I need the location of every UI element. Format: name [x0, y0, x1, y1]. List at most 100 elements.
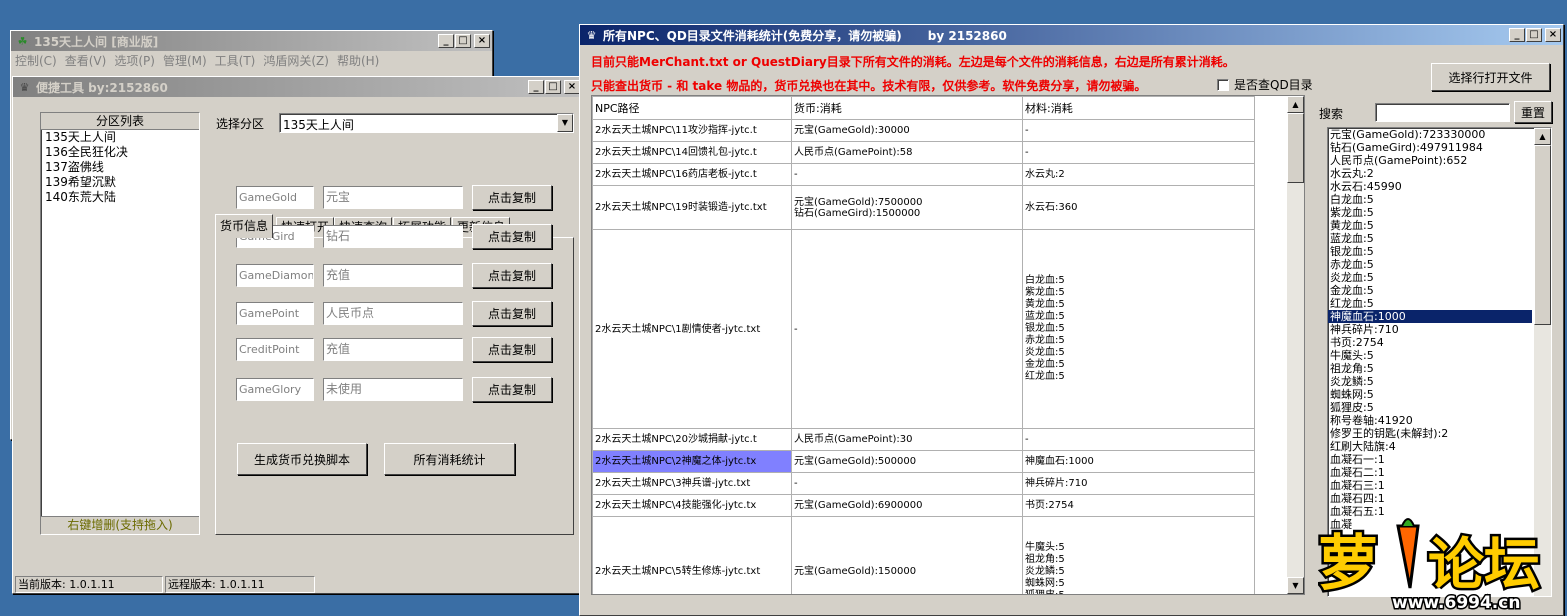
main-app-titlebar[interactable]: ☘ 135天上人间 [商业版] _ □ × — [11, 31, 492, 51]
cell-currency[interactable]: 元宝(GameGold):7500000 钻石(GameGird):150000… — [791, 185, 1023, 230]
chevron-down-icon[interactable]: ▼ — [557, 114, 573, 132]
menu-tools[interactable]: 工具(T) — [215, 52, 264, 69]
list-item[interactable]: 修罗王的钥匙(未解封):2 — [1328, 427, 1532, 440]
list-item[interactable]: 紫龙血:5 — [1328, 206, 1532, 219]
table-row[interactable]: 2水云天土城NPC\20沙城捐献-jytc.t 人民币点(GamePoint):… — [592, 428, 1255, 451]
list-item[interactable]: 血凝石四:1 — [1328, 492, 1532, 505]
currency-name-field[interactable]: 钻石 — [323, 225, 463, 248]
maximize-icon[interactable]: □ — [455, 34, 471, 48]
list-item[interactable]: 神兵碎片:710 — [1328, 323, 1532, 336]
search-input[interactable] — [1375, 103, 1510, 122]
currency-name-field[interactable]: 未使用 — [323, 378, 463, 401]
cell-path[interactable]: 2水云天土城NPC\5转生修炼-jytc.txt — [592, 516, 792, 594]
list-item[interactable]: 139希望沉默 — [41, 175, 199, 190]
scroll-up-icon[interactable]: ▲ — [1287, 96, 1304, 113]
cell-path[interactable]: 2水云天土城NPC\16药店老板-jytc.t — [592, 163, 792, 186]
table-row[interactable]: 2水云天土城NPC\4技能强化-jytc.tx 元宝(GameGold):690… — [592, 494, 1255, 517]
cell-material[interactable]: 书页:2754 — [1022, 494, 1255, 517]
currency-key-field[interactable]: GameDiamond — [236, 264, 314, 287]
copy-button[interactable]: 点击复制 — [472, 337, 552, 362]
list-item[interactable]: 蜘蛛网:5 — [1328, 388, 1532, 401]
list-item[interactable]: 赤龙血:5 — [1328, 258, 1532, 271]
scroll-thumb[interactable] — [1534, 145, 1551, 325]
partition-list[interactable]: 分区列表 135天上人间 136全民狂化决 137盗佛线 139希望沉默 140… — [40, 112, 200, 535]
cell-path[interactable]: 2水云天土城NPC\20沙城捐献-jytc.t — [592, 428, 792, 451]
table-scrollbar[interactable]: ▲ ▼ — [1287, 96, 1304, 594]
cell-path[interactable]: 2水云天土城NPC\11攻沙指挥-jytc.t — [592, 119, 792, 142]
cell-material[interactable]: 水云丸:2 — [1022, 163, 1255, 186]
table-row[interactable]: 2水云天土城NPC\1剧情使者-jytc.txt - 白龙血:5 紫龙血:5 黄… — [592, 229, 1255, 429]
maximize-icon[interactable]: □ — [545, 80, 561, 94]
copy-button[interactable]: 点击复制 — [472, 185, 552, 210]
cell-material[interactable]: 神魔血石:1000 — [1022, 450, 1255, 473]
copy-button[interactable]: 点击复制 — [472, 301, 552, 326]
table-row[interactable]: 2水云天土城NPC\19时装锻造-jytc.txt 元宝(GameGold):7… — [592, 185, 1255, 230]
currency-name-field[interactable]: 充值 — [323, 338, 463, 361]
close-icon[interactable]: × — [474, 34, 490, 48]
scroll-up-icon[interactable]: ▲ — [1534, 128, 1551, 145]
currency-key-field[interactable]: GameGlory — [236, 378, 314, 401]
list-item[interactable]: 血凝石二:1 — [1328, 466, 1532, 479]
list-item[interactable]: 水云石:45990 — [1328, 180, 1532, 193]
column-header-path[interactable]: NPC路径 — [592, 96, 792, 120]
tab-currency-info[interactable]: 货币信息 — [215, 214, 274, 238]
stats-titlebar[interactable]: ♛ 所有NPC、QD目录文件消耗统计(免费分享，请勿被骗) by 2152860 … — [580, 25, 1563, 45]
list-item[interactable]: 蓝龙血:5 — [1328, 232, 1532, 245]
list-item[interactable]: 炎龙鳞:5 — [1328, 375, 1532, 388]
table-row-selected[interactable]: 2水云天土城NPC\2神魔之体-jytc.tx 元宝(GameGold):500… — [592, 450, 1255, 473]
menu-manage[interactable]: 管理(M) — [163, 52, 215, 69]
minimize-icon[interactable]: _ — [438, 34, 454, 48]
currency-key-field[interactable]: GamePoint — [236, 302, 314, 325]
cell-path[interactable]: 2水云天土城NPC\19时装锻造-jytc.txt — [592, 185, 792, 230]
cell-path[interactable]: 2水云天土城NPC\1剧情使者-jytc.txt — [592, 229, 792, 429]
partition-select[interactable]: 135天上人间 ▼ — [279, 113, 574, 133]
cell-currency[interactable]: 元宝(GameGold):150000 — [791, 516, 1023, 594]
list-item[interactable]: 狐狸皮:5 — [1328, 401, 1532, 414]
list-item[interactable]: 135天上人间 — [41, 130, 199, 145]
minimize-icon[interactable]: _ — [1509, 28, 1525, 42]
list-item[interactable]: 136全民狂化决 — [41, 145, 199, 160]
cell-material[interactable]: 白龙血:5 紫龙血:5 黄龙血:5 蓝龙血:5 银龙血:5 赤龙血:5 炎龙血:… — [1022, 229, 1255, 429]
all-stats-button[interactable]: 所有消耗统计 — [384, 443, 515, 475]
copy-button[interactable]: 点击复制 — [472, 377, 552, 402]
list-item[interactable]: 白龙血:5 — [1328, 193, 1532, 206]
copy-button[interactable]: 点击复制 — [472, 224, 552, 249]
menu-view[interactable]: 查看(V) — [65, 52, 115, 69]
cell-material[interactable]: 水云石:360 — [1022, 185, 1255, 230]
cell-material[interactable]: 牛魔头:5 祖龙角:5 炎龙鳞:5 蜘蛛网:5 狐狸皮:5 — [1022, 516, 1255, 594]
table-row[interactable]: 2水云天土城NPC\14回馈礼包-jytc.t 人民币点(GamePoint):… — [592, 141, 1255, 164]
table-row[interactable]: 2水云天土城NPC\11攻沙指挥-jytc.t 元宝(GameGold):300… — [592, 119, 1255, 142]
table-row[interactable]: 2水云天土城NPC\3神兵谱-jytc.txt - 神兵碎片:710 — [592, 472, 1255, 495]
currency-name-field[interactable]: 充值 — [323, 264, 463, 287]
list-item[interactable]: 人民币点(GamePoint):652 — [1328, 154, 1532, 167]
cell-currency[interactable]: - — [791, 229, 1023, 429]
list-item[interactable]: 金龙血:5 — [1328, 284, 1532, 297]
copy-button[interactable]: 点击复制 — [472, 263, 552, 288]
cell-currency[interactable]: - — [791, 472, 1023, 495]
cell-currency[interactable]: 元宝(GameGold):30000 — [791, 119, 1023, 142]
list-item[interactable]: 祖龙角:5 — [1328, 362, 1532, 375]
menu-options[interactable]: 选项(P) — [114, 52, 163, 69]
menu-gateway[interactable]: 鸿盾网关(Z) — [263, 52, 337, 69]
cell-currency[interactable]: 人民币点(GamePoint):30 — [791, 428, 1023, 451]
list-item[interactable]: 牛魔头:5 — [1328, 349, 1532, 362]
menu-help[interactable]: 帮助(H) — [337, 52, 387, 69]
close-icon[interactable]: × — [564, 80, 580, 94]
list-item[interactable]: 钻石(GameGird):497911984 — [1328, 141, 1532, 154]
minimize-icon[interactable]: _ — [528, 80, 544, 94]
cell-material[interactable]: - — [1022, 119, 1255, 142]
scroll-down-icon[interactable]: ▼ — [1287, 577, 1304, 594]
list-item[interactable]: 红龙血:5 — [1328, 297, 1532, 310]
table-row[interactable]: 2水云天土城NPC\5转生修炼-jytc.txt 元宝(GameGold):15… — [592, 516, 1255, 594]
cell-currency[interactable]: 元宝(GameGold):6900000 — [791, 494, 1023, 517]
list-item[interactable]: 水云丸:2 — [1328, 167, 1532, 180]
currency-name-field[interactable]: 人民币点 — [323, 302, 463, 325]
menu-control[interactable]: 控制(C) — [15, 52, 65, 69]
reset-button[interactable]: 重置 — [1514, 101, 1552, 123]
list-item-selected[interactable]: 神魔血石:1000 — [1328, 310, 1532, 323]
qd-checkbox[interactable]: 是否查QD目录 — [1217, 76, 1313, 93]
list-item[interactable]: 红刷大陆旗:4 — [1328, 440, 1532, 453]
open-file-button[interactable]: 选择行打开文件 — [1431, 63, 1550, 91]
list-item[interactable]: 元宝(GameGold):723330000 — [1328, 128, 1532, 141]
list-item[interactable]: 黄龙血:5 — [1328, 219, 1532, 232]
